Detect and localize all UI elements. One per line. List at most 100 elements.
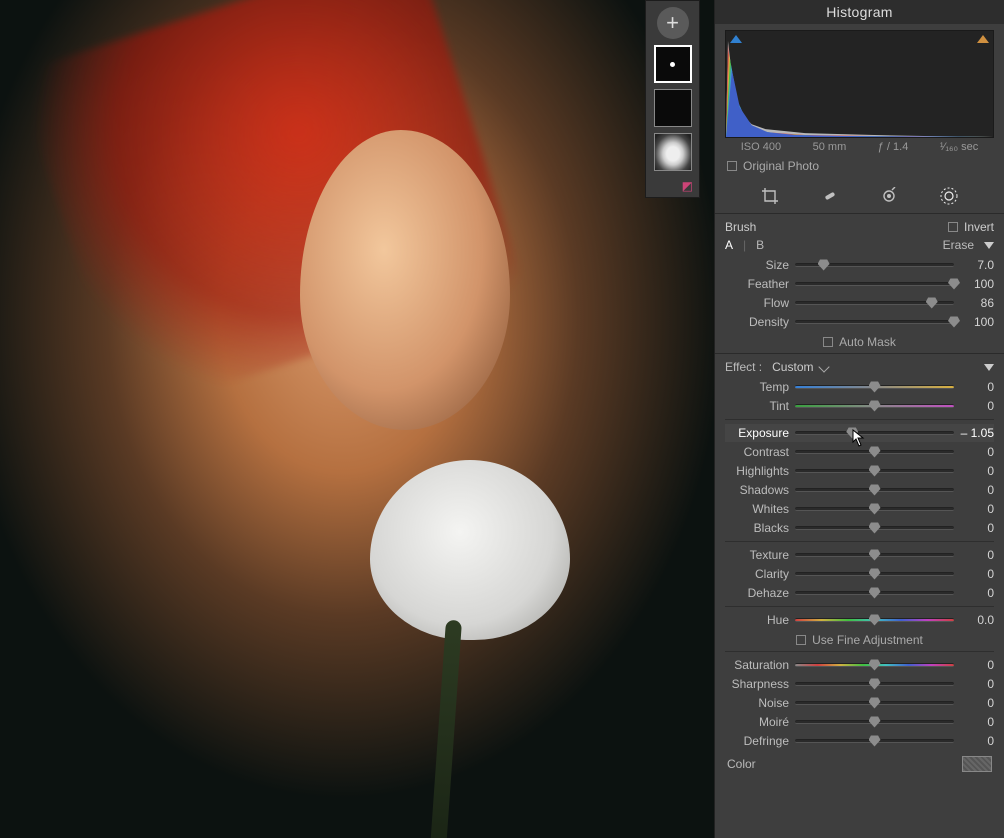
- brush-disclose-icon[interactable]: [984, 242, 994, 249]
- original-photo-checkbox[interactable]: [727, 161, 737, 171]
- slider-defringe[interactable]: [795, 735, 954, 747]
- slider-row-blacks: Blacks 0: [725, 519, 994, 537]
- slider-value[interactable]: – 1.05: [954, 426, 994, 440]
- crop-icon[interactable]: [760, 186, 780, 206]
- radial-mask-icon[interactable]: [939, 186, 959, 206]
- slider-value[interactable]: 0: [954, 521, 994, 535]
- color-swatch[interactable]: [962, 756, 992, 772]
- slider-saturation[interactable]: [795, 659, 954, 671]
- effect-popup[interactable]: Custom: [772, 360, 813, 374]
- slider-row-density: Density100: [725, 313, 994, 331]
- slider-row-sharpness: Sharpness 0: [725, 675, 994, 693]
- brush-section: Brush Invert A | B Erase Size7.0Feather1…: [715, 213, 1004, 353]
- slider-value[interactable]: 100: [954, 277, 994, 291]
- exif-meta: ISO 400 50 mm ƒ / 1.4 ¹⁄₁₆₀ sec: [725, 141, 994, 153]
- slider-row-noise: Noise0: [725, 694, 994, 712]
- slider-row-feather: Feather100: [725, 275, 994, 293]
- slider-noise[interactable]: [795, 697, 954, 709]
- histogram[interactable]: [725, 30, 994, 138]
- slider-row-exposure: Exposure – 1.05: [725, 424, 994, 442]
- slider-whites[interactable]: [795, 503, 954, 515]
- mask-thumb-3[interactable]: [654, 133, 692, 171]
- slider-value[interactable]: 0: [954, 677, 994, 691]
- slider-label: Exposure: [725, 426, 795, 440]
- slider-row-whites: Whites0: [725, 500, 994, 518]
- effect-label: Effect :: [725, 360, 762, 374]
- slider-texture[interactable]: [795, 549, 954, 561]
- slider-label: Sharpness: [725, 677, 795, 691]
- local-tools: [721, 179, 998, 213]
- slider-hue[interactable]: [795, 614, 954, 626]
- invert-checkbox[interactable]: [948, 222, 958, 232]
- slider-density[interactable]: [795, 316, 954, 328]
- slider-dehaze[interactable]: [795, 587, 954, 599]
- slider-highlights[interactable]: [795, 465, 954, 477]
- slider-value[interactable]: 0: [954, 380, 994, 394]
- heal-icon[interactable]: [820, 186, 840, 206]
- slider-value[interactable]: 86: [954, 296, 994, 310]
- slider-value[interactable]: 100: [954, 315, 994, 329]
- slider-value[interactable]: 0: [954, 586, 994, 600]
- slider-label: Highlights: [725, 464, 795, 478]
- slider-moiré[interactable]: [795, 716, 954, 728]
- slider-feather[interactable]: [795, 278, 954, 290]
- brush-erase[interactable]: Erase: [943, 238, 974, 252]
- slider-row-hue: Hue 0.0: [725, 611, 994, 629]
- slider-value[interactable]: 0.0: [954, 613, 994, 627]
- masks-toggle-icon[interactable]: ◩: [682, 179, 693, 193]
- effect-disclose-icon[interactable]: [984, 364, 994, 371]
- slider-label: Saturation: [725, 658, 795, 672]
- slider-row-dehaze: Dehaze0: [725, 584, 994, 602]
- exif-aperture: ƒ / 1.4: [878, 141, 909, 153]
- slider-value[interactable]: 0: [954, 399, 994, 413]
- slider-value[interactable]: 7.0: [954, 258, 994, 272]
- masks-strip: + ◩: [645, 0, 700, 198]
- histogram-chart: [726, 31, 993, 137]
- slider-contrast[interactable]: [795, 446, 954, 458]
- add-mask-button[interactable]: +: [657, 7, 689, 39]
- mask-thumb-1[interactable]: [654, 45, 692, 83]
- slider-row-flow: Flow86: [725, 294, 994, 312]
- exif-iso: ISO 400: [741, 141, 781, 153]
- slider-value[interactable]: 0: [954, 658, 994, 672]
- slider-value[interactable]: 0: [954, 696, 994, 710]
- color-label: Color: [727, 757, 756, 771]
- histogram-header[interactable]: Histogram: [715, 0, 1004, 24]
- effect-popup-icon[interactable]: [819, 361, 830, 372]
- slider-blacks[interactable]: [795, 522, 954, 534]
- slider-tint[interactable]: [795, 400, 954, 412]
- slider-value[interactable]: 0: [954, 502, 994, 516]
- slider-shadows[interactable]: [795, 484, 954, 496]
- slider-row-highlights: Highlights 0: [725, 462, 994, 480]
- fineadj-checkbox[interactable]: [796, 635, 806, 645]
- slider-clarity[interactable]: [795, 568, 954, 580]
- slider-exposure[interactable]: [795, 427, 954, 439]
- slider-label: Clarity: [725, 567, 795, 581]
- slider-sharpness[interactable]: [795, 678, 954, 690]
- brush-a[interactable]: A: [725, 238, 733, 252]
- slider-value[interactable]: 0: [954, 464, 994, 478]
- slider-value[interactable]: 0: [954, 567, 994, 581]
- redeye-icon[interactable]: [879, 186, 899, 206]
- automask-checkbox[interactable]: [823, 337, 833, 347]
- slider-label: Blacks: [725, 521, 795, 535]
- slider-value[interactable]: 0: [954, 445, 994, 459]
- slider-value[interactable]: 0: [954, 483, 994, 497]
- slider-value[interactable]: 0: [954, 548, 994, 562]
- brush-b[interactable]: B: [756, 238, 764, 252]
- slider-value[interactable]: 0: [954, 734, 994, 748]
- slider-size[interactable]: [795, 259, 954, 271]
- slider-temp[interactable]: [795, 381, 954, 393]
- mask-thumb-2[interactable]: [654, 89, 692, 127]
- slider-label: Tint: [725, 399, 795, 413]
- slider-row-tint: Tint 0: [725, 397, 994, 415]
- slider-flow[interactable]: [795, 297, 954, 309]
- slider-row-clarity: Clarity 0: [725, 565, 994, 583]
- original-photo-row[interactable]: Original Photo: [727, 159, 992, 173]
- slider-label: Texture: [725, 548, 795, 562]
- slider-label: Contrast: [725, 445, 795, 459]
- image-canvas[interactable]: [0, 0, 714, 838]
- slider-value[interactable]: 0: [954, 715, 994, 729]
- slider-row-size: Size7.0: [725, 256, 994, 274]
- slider-label: Hue: [725, 613, 795, 627]
